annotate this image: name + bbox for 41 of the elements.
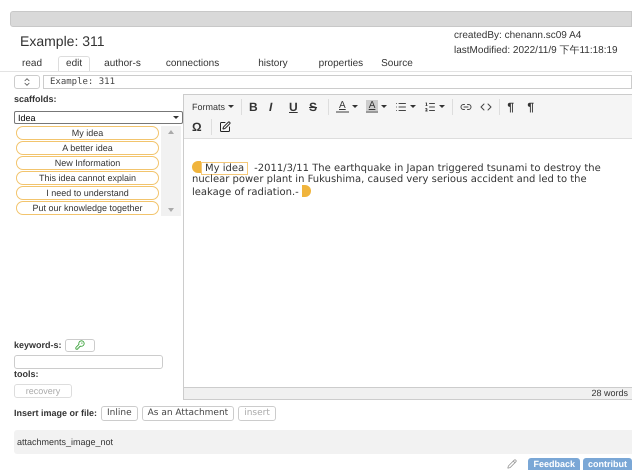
insert-label: Insert image or file: [14, 408, 98, 418]
key-icon [74, 340, 85, 350]
page-title: Example: 311 [20, 32, 105, 51]
insert-option-button[interactable]: As an Attachment [142, 406, 234, 421]
underline-button[interactable]: U [285, 98, 306, 116]
bold-button[interactable]: B [245, 98, 266, 116]
scaffold-item[interactable]: This idea cannot explain [16, 171, 159, 186]
pen-square-icon [219, 120, 231, 133]
title-field[interactable]: Example: 311 [43, 74, 632, 89]
special-character-button[interactable]: Ω [188, 118, 208, 136]
scaffold-item[interactable]: I need to understand [16, 186, 159, 200]
sort-button[interactable] [14, 74, 40, 89]
key-button[interactable] [64, 338, 95, 352]
tab[interactable]: edit [58, 56, 90, 71]
scrollbar[interactable] [161, 126, 181, 216]
scaffold-item[interactable]: New Information [16, 156, 159, 170]
word-count: 28 words [591, 388, 628, 398]
scaffolds-label: scaffolds: [14, 94, 58, 104]
editor-text: My idea -2011/3/11 The earthquake in Japan triggered tsunami to destroy the nuclear power plant in Fukushima, caused very serious accident and led to the leakage of radiation.- [191, 160, 602, 200]
pen-icon[interactable] [507, 458, 518, 469]
strike-button[interactable]: S [305, 98, 326, 116]
code-icon [480, 100, 492, 113]
tools-label: tools: [14, 368, 40, 379]
scaffold-item[interactable]: A better idea [16, 141, 159, 156]
last-modified: lastModified: 2022/11/9 下午11:18:19 [454, 44, 619, 57]
formats-dropdown[interactable]: Formats [188, 98, 238, 116]
keywords-label: keyword-s: [14, 340, 62, 350]
keyword-field[interactable] [14, 354, 163, 369]
background-color-button[interactable]: A [362, 98, 392, 116]
scaffold-item[interactable]: My idea [16, 126, 159, 140]
scaffold-select[interactable]: Idea [14, 111, 183, 124]
numbered-list-icon [424, 100, 436, 113]
created-by: createdBy: chenann.sc09 A4 [454, 30, 582, 41]
text-color-button[interactable]: A [332, 98, 362, 116]
left-to-right-button[interactable]: ¶ [503, 98, 524, 116]
attachments-text: attachments_image_not [17, 436, 114, 447]
up-down-icon [22, 76, 32, 87]
scaffold-item[interactable]: Put our knowledge together [16, 201, 159, 216]
italic-button[interactable]: I [265, 98, 286, 116]
right-to-left-button[interactable]: ¶ [523, 98, 544, 116]
insert-option-button[interactable]: Inline [101, 406, 138, 421]
